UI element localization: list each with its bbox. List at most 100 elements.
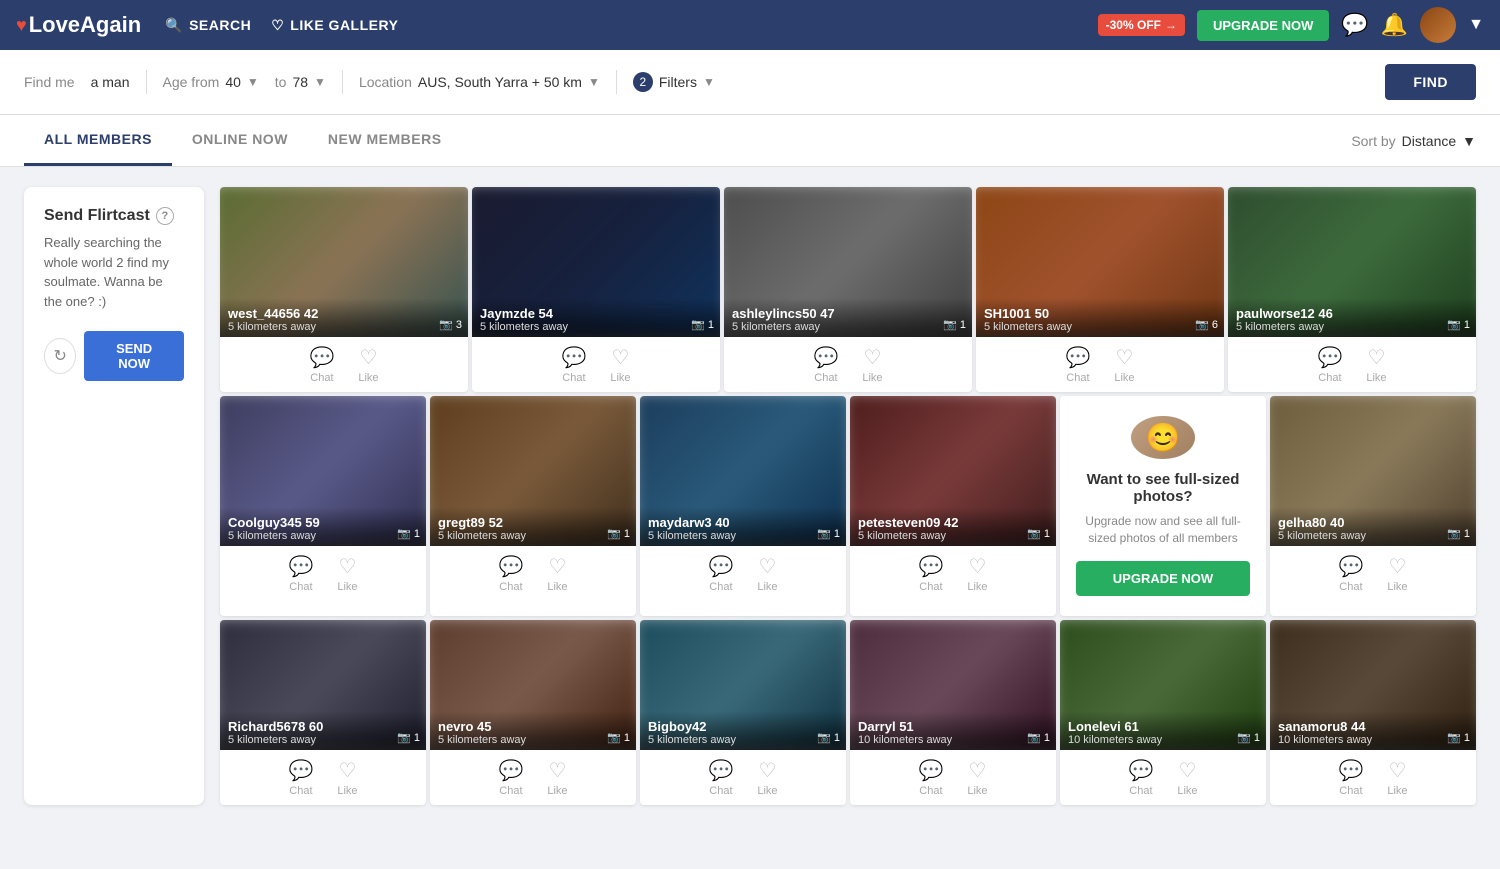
age-from-label: Age from xyxy=(163,74,220,90)
chat-button[interactable]: 💬 Chat xyxy=(561,345,586,384)
like-button[interactable]: ♡ Like xyxy=(862,345,882,384)
find-button[interactable]: FIND xyxy=(1385,64,1476,100)
like-button[interactable]: ♡ Like xyxy=(547,758,567,797)
member-photo[interactable]: gregt89 52 5 kilometers away 📷 1 xyxy=(430,396,636,546)
member-photo[interactable]: Darryl 51 10 kilometers away 📷 1 xyxy=(850,620,1056,750)
member-photo[interactable]: nevro 45 5 kilometers away 📷 1 xyxy=(430,620,636,750)
member-photo[interactable]: ashleylincs50 47 5 kilometers away 📷 1 xyxy=(724,187,972,337)
member-photo[interactable]: Jaymzde 54 5 kilometers away 📷 1 xyxy=(472,187,720,337)
chat-button[interactable]: 💬 Chat xyxy=(918,554,943,593)
photo-overlay: Jaymzde 54 5 kilometers away xyxy=(472,298,720,337)
chat-button[interactable]: 💬 Chat xyxy=(1065,345,1090,384)
like-button[interactable]: ♡ Like xyxy=(358,345,378,384)
chat-button[interactable]: 💬 Chat xyxy=(708,554,733,593)
find-me-label: Find me xyxy=(24,74,75,90)
chat-button[interactable]: 💬 Chat xyxy=(1338,758,1363,797)
divider-1 xyxy=(146,70,147,94)
tab-new-members[interactable]: NEW MEMBERS xyxy=(308,115,462,166)
photo-overlay: Lonelevi 61 10 kilometers away xyxy=(1060,711,1266,750)
like-button[interactable]: ♡ Like xyxy=(337,758,357,797)
chat-label: Chat xyxy=(562,372,585,384)
upgrade-button[interactable]: UPGRADE NOW xyxy=(1197,10,1329,41)
like-button[interactable]: ♡ Like xyxy=(1366,345,1386,384)
chat-icon: 💬 xyxy=(1065,345,1090,370)
member-actions: 💬 Chat ♡ Like xyxy=(220,337,468,392)
member-photo[interactable]: maydarw3 40 5 kilometers away 📷 1 xyxy=(640,396,846,546)
photo-count: 📷 1 xyxy=(1447,527,1470,540)
member-card-nevro: nevro 45 5 kilometers away 📷 1 💬 Chat ♡ xyxy=(430,620,636,805)
member-photo[interactable]: petesteven09 42 5 kilometers away 📷 1 xyxy=(850,396,1056,546)
search-nav[interactable]: 🔍 SEARCH xyxy=(165,17,251,34)
chat-button[interactable]: 💬 Chat xyxy=(309,345,334,384)
like-button[interactable]: ♡ Like xyxy=(610,345,630,384)
member-card-ashleylincs50: ashleylincs50 47 5 kilometers away 📷 1 💬… xyxy=(724,187,972,392)
member-photo[interactable]: Richard5678 60 5 kilometers away 📷 1 xyxy=(220,620,426,750)
chat-button[interactable]: 💬 Chat xyxy=(708,758,733,797)
chat-icon: 💬 xyxy=(288,554,313,579)
member-photo[interactable]: Bigboy42 5 kilometers away 📷 1 xyxy=(640,620,846,750)
member-actions: 💬 Chat ♡ Like xyxy=(220,750,426,805)
chat-button[interactable]: 💬 Chat xyxy=(1317,345,1342,384)
like-button[interactable]: ♡ Like xyxy=(757,554,777,593)
messages-icon[interactable]: 💬 xyxy=(1341,12,1368,38)
location-field[interactable]: Location AUS, South Yarra + 50 km ▼ xyxy=(359,74,600,90)
member-photo[interactable]: west_44656 42 5 kilometers away 📷 3 xyxy=(220,187,468,337)
like-button[interactable]: ♡ Like xyxy=(1177,758,1197,797)
flirtcast-help-icon[interactable]: ? xyxy=(156,207,174,225)
notifications-icon[interactable]: 🔔 xyxy=(1381,12,1408,38)
member-actions: 💬 Chat ♡ Like xyxy=(430,546,636,601)
member-photo[interactable]: sanamoru8 44 10 kilometers away 📷 1 xyxy=(1270,620,1476,750)
camera-icon: 📷 xyxy=(817,731,831,744)
refresh-button[interactable]: ↻ xyxy=(44,338,76,374)
logo[interactable]: ♥ LoveAgain xyxy=(16,12,141,38)
member-photo[interactable]: Coolguy345 59 5 kilometers away 📷 1 xyxy=(220,396,426,546)
like-button[interactable]: ♡ Like xyxy=(967,554,987,593)
member-photo[interactable]: SH1001 50 5 kilometers away 📷 6 xyxy=(976,187,1224,337)
like-label: Like xyxy=(1114,372,1134,384)
age-to-field[interactable]: to 78 ▼ xyxy=(275,74,326,90)
member-photo[interactable]: Lonelevi 61 10 kilometers away 📷 1 xyxy=(1060,620,1266,750)
logo-heart-icon: ♥ xyxy=(16,15,27,36)
chat-button[interactable]: 💬 Chat xyxy=(288,554,313,593)
member-actions: 💬 Chat ♡ Like xyxy=(724,337,972,392)
chat-icon: 💬 xyxy=(561,345,586,370)
search-nav-label: SEARCH xyxy=(189,17,251,33)
chat-button[interactable]: 💬 Chat xyxy=(498,554,523,593)
photo-count: 📷 1 xyxy=(1027,527,1050,540)
chat-button[interactable]: 💬 Chat xyxy=(498,758,523,797)
member-card-sanamoru8: sanamoru8 44 10 kilometers away 📷 1 💬 Ch… xyxy=(1270,620,1476,805)
chat-button[interactable]: 💬 Chat xyxy=(813,345,838,384)
chat-button[interactable]: 💬 Chat xyxy=(288,758,313,797)
like-gallery-nav[interactable]: ♡ LIKE GALLERY xyxy=(271,17,398,34)
like-button[interactable]: ♡ Like xyxy=(757,758,777,797)
like-button[interactable]: ♡ Like xyxy=(1387,758,1407,797)
tab-all-members[interactable]: ALL MEMBERS xyxy=(24,115,172,166)
avatar[interactable] xyxy=(1420,7,1456,43)
find-me-value[interactable]: a man xyxy=(91,74,130,90)
member-photo[interactable]: paulworse12 46 5 kilometers away 📷 1 xyxy=(1228,187,1476,337)
divider-2 xyxy=(342,70,343,94)
member-distance: 5 kilometers away xyxy=(438,530,628,542)
send-now-button[interactable]: SEND NOW xyxy=(84,331,184,381)
camera-icon: 📷 xyxy=(607,731,621,744)
like-button[interactable]: ♡ Like xyxy=(1114,345,1134,384)
chat-button[interactable]: 💬 Chat xyxy=(1338,554,1363,593)
member-photo[interactable]: gelha80 40 5 kilometers away 📷 1 xyxy=(1270,396,1476,546)
like-button[interactable]: ♡ Like xyxy=(547,554,567,593)
filters-button[interactable]: 2 Filters ▼ xyxy=(633,72,715,92)
sort-by[interactable]: Sort by Distance ▼ xyxy=(1351,133,1476,149)
like-button[interactable]: ♡ Like xyxy=(337,554,357,593)
age-from-field[interactable]: Age from 40 ▼ xyxy=(163,74,259,90)
photo-overlay: nevro 45 5 kilometers away xyxy=(430,711,636,750)
member-distance: 5 kilometers away xyxy=(648,734,838,746)
like-button[interactable]: ♡ Like xyxy=(1387,554,1407,593)
like-gallery-label: LIKE GALLERY xyxy=(290,17,398,33)
chat-button[interactable]: 💬 Chat xyxy=(918,758,943,797)
chat-button[interactable]: 💬 Chat xyxy=(1128,758,1153,797)
upgrade-now-button[interactable]: UPGRADE NOW xyxy=(1076,561,1250,596)
filter-count: 2 xyxy=(633,72,653,92)
member-card-coolguy345: Coolguy345 59 5 kilometers away 📷 1 💬 Ch… xyxy=(220,396,426,616)
avatar-dropdown-icon[interactable]: ▼ xyxy=(1468,16,1484,34)
like-button[interactable]: ♡ Like xyxy=(967,758,987,797)
tab-online-now[interactable]: ONLINE NOW xyxy=(172,115,308,166)
